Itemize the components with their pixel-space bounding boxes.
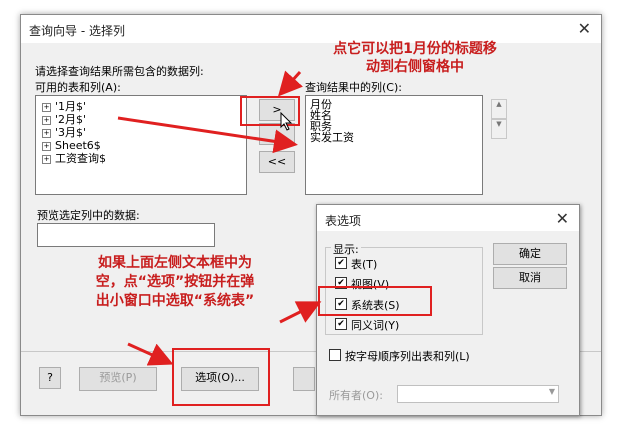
arrow-to-options-button bbox=[127, 342, 174, 366]
arrow-to-add-button bbox=[277, 70, 303, 97]
annotation-arrows bbox=[117, 70, 322, 366]
arrow-to-selected-list bbox=[117, 116, 298, 154]
arrow-to-system-tables bbox=[279, 301, 322, 324]
mouse-cursor-icon bbox=[280, 112, 293, 131]
